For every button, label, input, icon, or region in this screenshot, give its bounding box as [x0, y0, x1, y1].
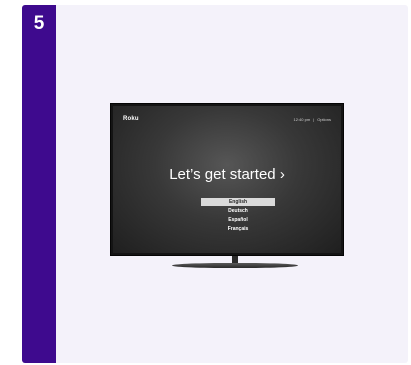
tv-status-bar: 12:40 pm | Options	[293, 117, 331, 122]
welcome-headline: Let’s get started ›	[169, 166, 285, 183]
language-option-francais[interactable]: Français	[201, 225, 275, 233]
tv-stand-base	[172, 263, 298, 268]
options-label[interactable]: Options	[317, 117, 331, 122]
step-number: 5	[33, 13, 45, 34]
language-list: English Deutsch Español Français	[201, 198, 275, 234]
status-separator: |	[313, 117, 315, 122]
roku-logo: Roku	[123, 116, 139, 122]
language-option-espanol[interactable]: Español	[201, 216, 275, 224]
tv-screen: Roku 12:40 pm | Options Let’s get started …	[113, 106, 341, 253]
clock-text: 12:40 pm	[293, 117, 311, 122]
language-option-english[interactable]: English	[201, 198, 275, 206]
step-bar: 5	[22, 5, 56, 363]
tv-frame: Roku 12:40 pm | Options Let’s get started …	[110, 103, 344, 256]
language-option-deutsch[interactable]: Deutsch	[201, 207, 275, 215]
